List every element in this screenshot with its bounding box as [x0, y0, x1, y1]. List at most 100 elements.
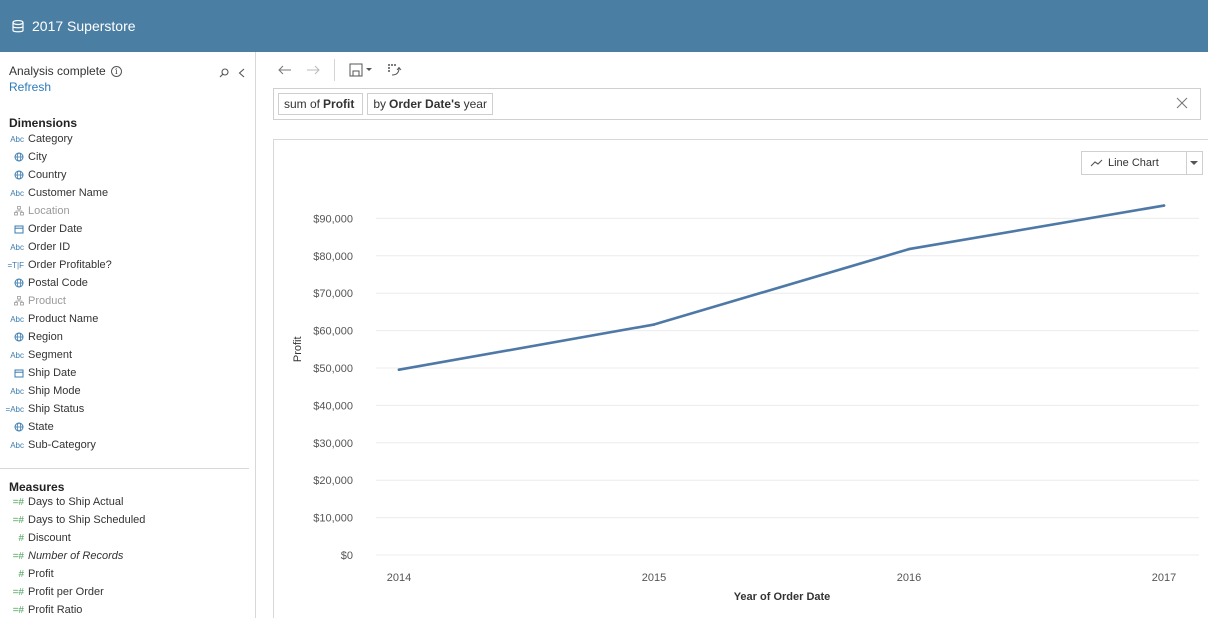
dimension-field-city[interactable]: City: [0, 148, 255, 166]
measure-field-days-to-ship-scheduled[interactable]: =# Days to Ship Scheduled: [0, 511, 255, 529]
dimension-field-ship-date[interactable]: Ship Date: [0, 364, 255, 382]
string-type-icon: Abc: [10, 350, 24, 360]
close-icon[interactable]: [1176, 97, 1188, 109]
field-label: Order Date: [28, 223, 83, 235]
measure-field-number-of-records[interactable]: =# Number of Records: [0, 547, 255, 565]
swap-icon: [388, 64, 402, 76]
field-label: Ship Mode: [28, 385, 81, 397]
field-label: Days to Ship Scheduled: [28, 514, 146, 526]
field-label: Product Name: [28, 313, 99, 325]
field-label: State: [28, 421, 54, 433]
field-label: Postal Code: [28, 277, 88, 289]
string-type-icon: Abc: [10, 386, 24, 396]
y-tick-label: $30,000: [313, 438, 353, 450]
dimension-field-product[interactable]: Product: [0, 292, 255, 310]
measure-field-profit-per-order[interactable]: =# Profit per Order: [0, 583, 255, 601]
field-label: Days to Ship Actual: [28, 496, 124, 508]
ask-data-query-bar[interactable]: sum of Profit by Order Date's year: [273, 88, 1201, 120]
hierarchy-icon: [0, 296, 28, 306]
x-tick-label: 2016: [897, 572, 921, 584]
measure-field-profit[interactable]: # Profit: [0, 565, 255, 583]
globe-icon: [0, 332, 28, 342]
data-point: [907, 247, 911, 251]
hierarchy-icon: [0, 206, 28, 216]
info-icon[interactable]: i: [110, 65, 122, 77]
y-tick-label: $0: [341, 550, 353, 562]
viz-in-tooltip-button[interactable]: [386, 62, 402, 78]
refresh-link[interactable]: Refresh: [9, 80, 51, 94]
dimension-field-category[interactable]: Abc Category: [0, 130, 255, 148]
y-tick-label: $60,000: [313, 326, 353, 338]
search-icon[interactable]: [219, 68, 229, 78]
calendar-icon: [0, 368, 28, 378]
measure-field-days-to-ship-actual[interactable]: =# Days to Ship Actual: [0, 493, 255, 511]
collapse-pane-icon[interactable]: [238, 68, 245, 78]
dimension-field-segment[interactable]: Abc Segment: [0, 346, 255, 364]
y-tick-label: $90,000: [313, 213, 353, 225]
query-pill-date[interactable]: by Order Date's year: [367, 93, 493, 115]
calc-number-icon: =#: [12, 514, 24, 526]
line-chart-icon: [1090, 159, 1103, 167]
dimension-field-location[interactable]: Location: [0, 202, 255, 220]
dimension-field-customer-name[interactable]: Abc Customer Name: [0, 184, 255, 202]
pill-field: Order Date's: [389, 97, 461, 111]
chart-type-label: Line Chart: [1108, 157, 1159, 169]
dimension-field-order-id[interactable]: Abc Order ID: [0, 238, 255, 256]
calendar-icon: [0, 224, 28, 234]
line-chart: $0 $10,000 $20,000 $30,000 $40,000 $50,000 $60…: [292, 204, 1199, 603]
data-point: [1162, 204, 1166, 207]
profit-series-line: [397, 204, 1166, 372]
x-tick-label: 2014: [387, 572, 411, 584]
dimension-field-sub-category[interactable]: Abc Sub-Category: [0, 436, 255, 454]
field-label: Profit per Order: [28, 586, 104, 598]
globe-icon: [0, 152, 28, 162]
dimensions-heading: Dimensions: [9, 116, 78, 130]
field-label: Country: [28, 169, 67, 181]
datasource-title: 2017 Superstore: [32, 18, 136, 34]
query-pill-measure[interactable]: sum of Profit: [278, 93, 364, 115]
field-label: Region: [28, 331, 63, 343]
measure-field-profit-ratio[interactable]: =# Profit Ratio: [0, 601, 255, 618]
pane-tools: [219, 68, 245, 78]
y-tick-label: $80,000: [313, 251, 353, 263]
dimension-field-postal-code[interactable]: Postal Code: [0, 274, 255, 292]
analysis-status-text: Analysis complete: [9, 64, 106, 78]
y-tick-label: $50,000: [313, 363, 353, 375]
arrow-right-icon: [307, 65, 320, 75]
dimension-field-product-name[interactable]: Abc Product Name: [0, 310, 255, 328]
measures-list: =# Days to Ship Actual =# Days to Ship Sche…: [0, 493, 255, 618]
back-button[interactable]: [278, 65, 292, 75]
field-label: Order ID: [28, 241, 71, 253]
field-label: Profit Ratio: [28, 604, 83, 616]
analysis-status: Analysis complete i: [9, 64, 122, 78]
data-point: [397, 368, 401, 372]
dimension-field-region[interactable]: Region: [0, 328, 255, 346]
dimension-field-country[interactable]: Country: [0, 166, 255, 184]
field-label: Ship Date: [28, 367, 77, 379]
string-type-icon: Abc: [10, 188, 24, 198]
dimensions-list: Abc Category City Country Abc Customer Name Lo…: [0, 130, 255, 454]
calc-number-icon: =#: [12, 586, 24, 598]
toolbar-separator: [334, 59, 335, 81]
field-label: Sub-Category: [28, 439, 96, 451]
app-header: 2017 Superstore: [0, 0, 1208, 52]
field-label: Segment: [28, 349, 73, 361]
chevron-down-icon: [1190, 161, 1198, 165]
save-menu-button[interactable]: [349, 63, 372, 77]
pill-field: Profit: [323, 97, 355, 111]
toolbar: [256, 52, 1208, 88]
x-axis-title: Year of Order Date: [734, 591, 831, 603]
dimension-field-ship-mode[interactable]: Abc Ship Mode: [0, 382, 255, 400]
measure-field-discount[interactable]: # Discount: [0, 529, 255, 547]
dimension-field-order-profitable[interactable]: =T|F Order Profitable?: [0, 256, 255, 274]
chart-type-select[interactable]: Line Chart: [1081, 151, 1203, 175]
field-label: Number of Records: [28, 550, 124, 562]
x-tick-label: 2017: [1152, 572, 1176, 584]
field-label: Discount: [28, 532, 71, 544]
number-type-icon: #: [18, 532, 24, 544]
globe-icon: [0, 422, 28, 432]
dimension-field-ship-status[interactable]: =Abc Ship Status: [0, 400, 255, 418]
dimension-field-state[interactable]: State: [0, 418, 255, 436]
forward-button[interactable]: [306, 65, 320, 75]
dimension-field-order-date[interactable]: Order Date: [0, 220, 255, 238]
